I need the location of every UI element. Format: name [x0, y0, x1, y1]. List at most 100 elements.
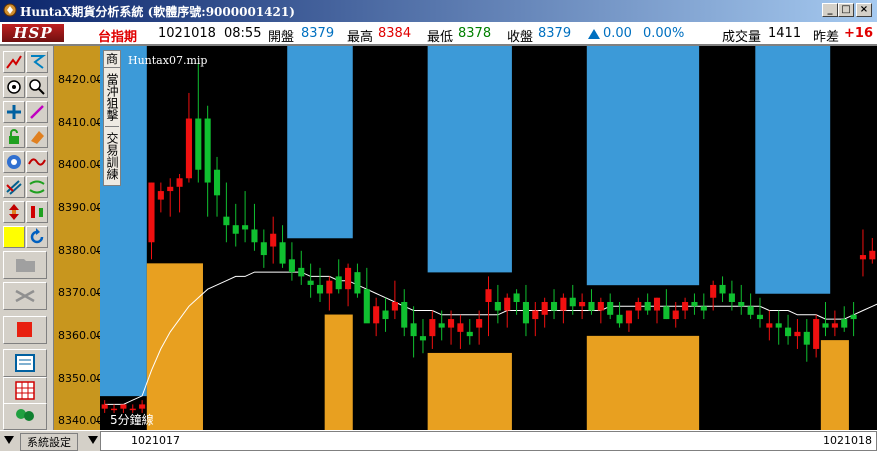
- blue-zone: [287, 46, 353, 239]
- folder-icon: [16, 259, 35, 272]
- fibonacci-icon: [31, 55, 46, 69]
- open-value: 8379: [301, 26, 335, 41]
- hsp-logo: HSP: [2, 24, 64, 42]
- candle-body: [279, 242, 286, 264]
- close-button[interactable]: ×: [856, 3, 872, 17]
- trendline-tool-button[interactable]: [3, 51, 25, 73]
- candle-body: [298, 267, 305, 277]
- scissors-icon: [15, 289, 35, 303]
- bar-tool-button[interactable]: [26, 201, 48, 223]
- channel-icon: [6, 180, 22, 195]
- candle-body: [607, 302, 614, 315]
- candle-body: [813, 319, 820, 349]
- close-value: 8379: [538, 26, 572, 41]
- eraser-tool-button[interactable]: [26, 126, 48, 148]
- period-label: 5分鐘線: [110, 413, 154, 427]
- dropdown-arrow-icon[interactable]: [88, 436, 98, 444]
- candle-body: [794, 331, 801, 337]
- blue-zone: [755, 46, 831, 294]
- candle-body: [522, 302, 529, 324]
- volume-label: 成交量: [722, 30, 762, 45]
- candle-body: [682, 302, 689, 311]
- lock-tool-button[interactable]: [3, 126, 25, 148]
- candle-body: [139, 404, 146, 409]
- chart-canvas: [100, 46, 877, 430]
- candle-body: [345, 267, 352, 290]
- candle-body: [691, 302, 698, 307]
- cycle-tool-button[interactable]: [26, 176, 48, 198]
- symbol-label[interactable]: 台指期: [98, 26, 137, 45]
- color-tool-button[interactable]: [3, 226, 25, 248]
- candle-body: [410, 323, 417, 337]
- candle-body: [391, 302, 398, 311]
- candle-body: [101, 404, 108, 409]
- refresh-icon: [30, 228, 44, 244]
- candle-body: [242, 225, 249, 230]
- side-menu: 商 當沖狙擊 交易訓練: [103, 50, 121, 186]
- refresh-tool-button[interactable]: [26, 226, 48, 248]
- candle-body: [157, 191, 164, 200]
- candle-body: [775, 323, 782, 328]
- open-label: 開盤: [268, 30, 295, 45]
- candle-body: [476, 319, 483, 328]
- report-button[interactable]: [3, 349, 47, 377]
- menu-item-1[interactable]: 當沖狙擊: [105, 68, 119, 127]
- candle-body: [457, 323, 464, 332]
- orange-zone: [820, 340, 849, 430]
- end-date: 1021018: [823, 434, 872, 447]
- wave-tool-button[interactable]: [26, 151, 48, 173]
- candle-body: [429, 319, 436, 337]
- candle-body: [588, 302, 595, 311]
- candle-body: [710, 284, 717, 298]
- menu-item-0[interactable]: 商: [104, 51, 120, 68]
- crosshair-tool-button[interactable]: [3, 76, 25, 98]
- quote-date: 1021018: [158, 26, 216, 41]
- candle-body: [335, 276, 342, 290]
- orange-zone: [324, 314, 353, 430]
- add-tool-button[interactable]: [3, 101, 25, 123]
- candle-body: [644, 302, 651, 311]
- candle-body: [532, 310, 539, 320]
- candle-body: [766, 323, 773, 328]
- menu-item-2[interactable]: 交易訓練: [105, 127, 119, 185]
- candle-body: [307, 280, 314, 285]
- candle-body: [260, 242, 267, 256]
- indicator-tool-button[interactable]: [3, 151, 25, 173]
- maximize-button[interactable]: □: [838, 3, 854, 17]
- cut-button[interactable]: [3, 282, 47, 310]
- quote-bar: HSP 台指期 1021018 08:55 開盤 8379 最高 8384 最低…: [0, 22, 877, 46]
- candle-body: [803, 331, 810, 345]
- updown-tool-button[interactable]: [3, 201, 25, 223]
- stop-button[interactable]: [3, 316, 47, 344]
- candle-body: [363, 289, 370, 324]
- candle-body: [859, 255, 867, 260]
- change-percent: 0.00%: [643, 26, 685, 41]
- diff-value: +16: [844, 26, 873, 41]
- zoom-tool-button[interactable]: [26, 76, 48, 98]
- candle-body: [738, 302, 745, 307]
- app-icon: [3, 3, 17, 17]
- candle-body: [831, 323, 838, 328]
- candle-body: [419, 336, 427, 341]
- price-chart[interactable]: Huntax07.mip 5分鐘線: [100, 46, 877, 430]
- magnifier-icon: [29, 79, 45, 95]
- candle-body: [719, 284, 726, 294]
- candle-body: [195, 118, 202, 170]
- minimize-button[interactable]: _: [822, 3, 838, 17]
- candle-body: [148, 182, 155, 243]
- candle-body: [373, 306, 380, 324]
- fibonacci-tool-button[interactable]: [26, 51, 48, 73]
- settings-button[interactable]: 系統設定: [20, 433, 78, 451]
- candle-body: [663, 306, 670, 320]
- line-tool-button[interactable]: [26, 101, 48, 123]
- candle-body: [110, 408, 118, 411]
- folder-button[interactable]: [3, 251, 47, 279]
- grid-button[interactable]: [3, 377, 47, 405]
- users-button[interactable]: [3, 403, 47, 430]
- candle-body: [597, 302, 604, 311]
- dropdown-arrow-icon[interactable]: [4, 436, 14, 444]
- candle-body: [326, 280, 333, 294]
- channel-tool-button[interactable]: [3, 176, 25, 198]
- candle-body: [382, 310, 389, 320]
- candle-body: [625, 310, 632, 324]
